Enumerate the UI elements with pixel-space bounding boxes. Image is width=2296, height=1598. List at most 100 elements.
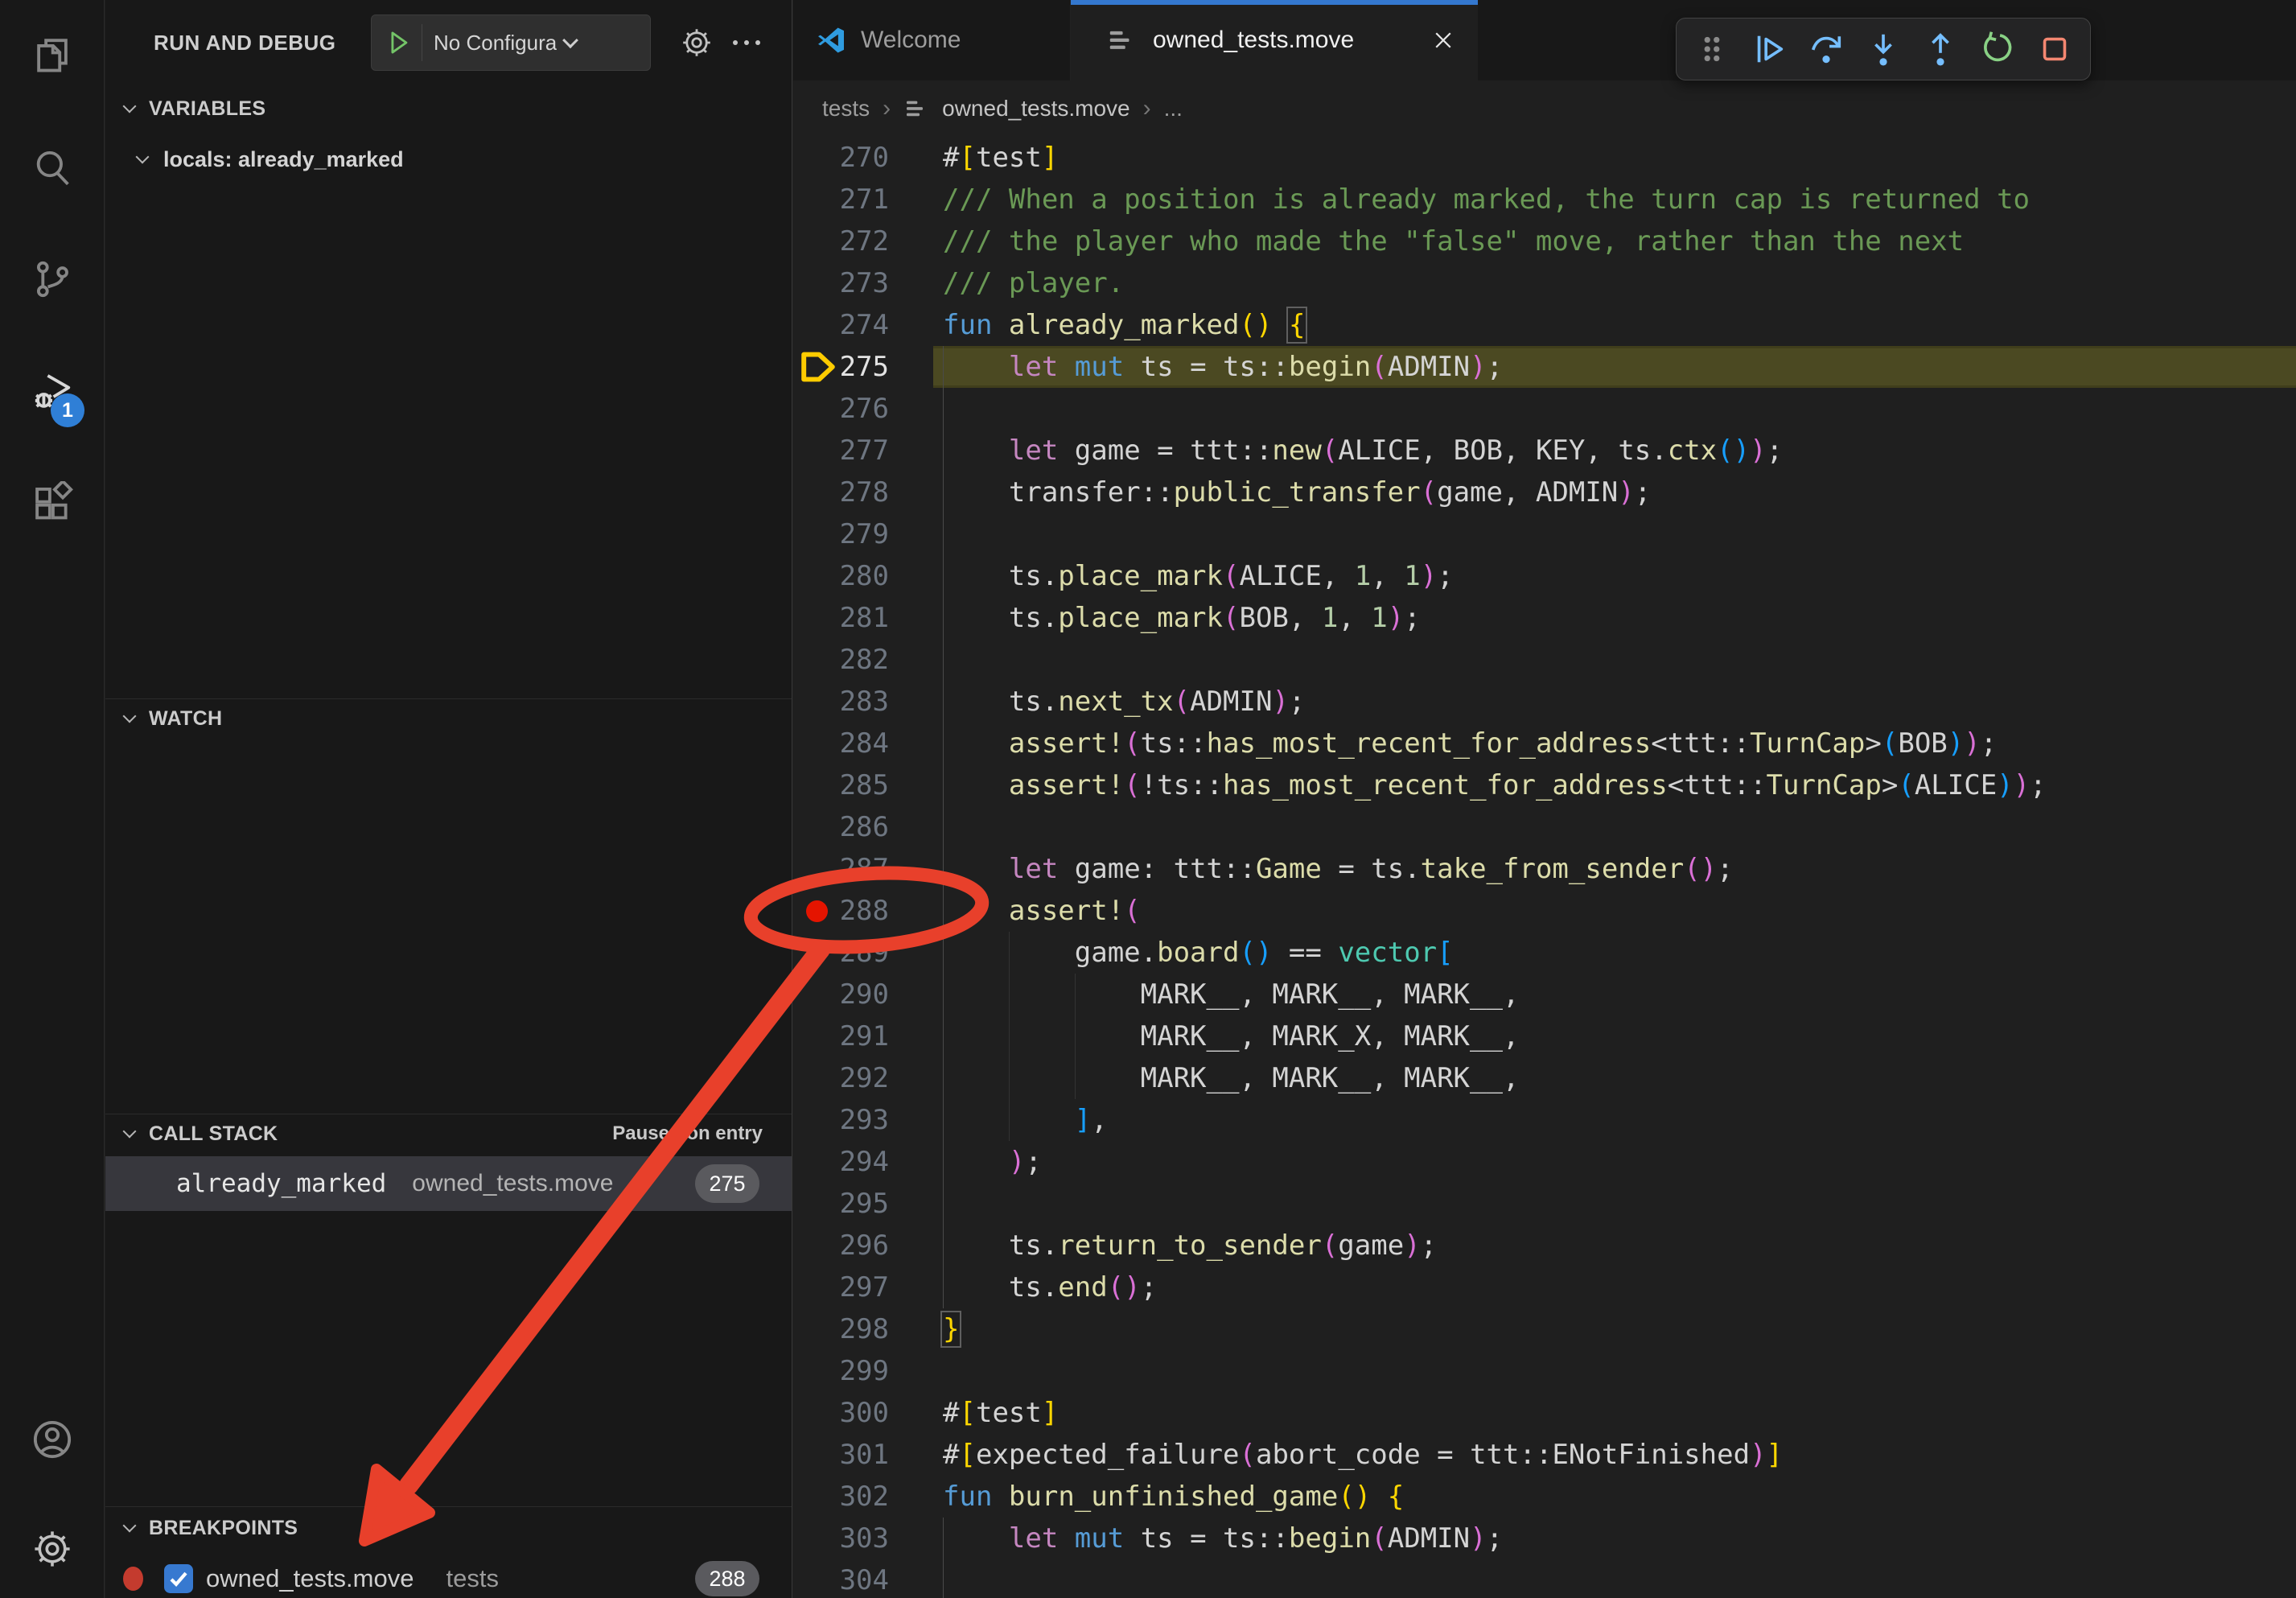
watch-section-header[interactable]: WATCH <box>105 700 792 737</box>
line-number[interactable]: 282 <box>840 639 889 681</box>
line-number[interactable]: 275 <box>840 346 889 388</box>
line-number[interactable]: 284 <box>840 723 889 764</box>
gutter[interactable]: 277 <box>793 430 933 472</box>
line-number[interactable]: 270 <box>840 137 889 179</box>
line-number[interactable]: 301 <box>840 1434 889 1476</box>
gutter[interactable]: 278 <box>793 472 933 513</box>
code-line-290[interactable]: 290 MARK__, MARK__, MARK__, <box>793 974 2296 1015</box>
account-icon[interactable] <box>31 1418 74 1461</box>
code-line-294[interactable]: 294 ); <box>793 1141 2296 1183</box>
line-number[interactable]: 286 <box>840 806 889 848</box>
code-line-293[interactable]: 293 ], <box>793 1099 2296 1141</box>
gutter[interactable]: 304 <box>793 1559 933 1598</box>
code-line-292[interactable]: 292 MARK__, MARK__, MARK__, <box>793 1057 2296 1099</box>
line-number[interactable]: 278 <box>840 472 889 513</box>
line-number[interactable]: 292 <box>840 1057 889 1099</box>
gutter[interactable]: 291 <box>793 1015 933 1057</box>
line-number[interactable]: 281 <box>840 597 889 639</box>
code-line-282[interactable]: 282 <box>793 639 2296 681</box>
gutter[interactable]: 296 <box>793 1225 933 1266</box>
source-control-icon[interactable] <box>31 257 74 301</box>
code-line-280[interactable]: 280 ts.place_mark(ALICE, 1, 1); <box>793 555 2296 597</box>
launch-config-dropdown[interactable]: No Configura <box>371 14 651 71</box>
code-line-302[interactable]: 302fun burn_unfinished_game() { <box>793 1476 2296 1518</box>
line-number[interactable]: 296 <box>840 1225 889 1266</box>
gutter[interactable]: 272 <box>793 220 933 262</box>
tab-welcome[interactable]: Welcome <box>793 0 1071 80</box>
line-number[interactable]: 294 <box>840 1141 889 1183</box>
line-number[interactable]: 277 <box>840 430 889 472</box>
code-line-301[interactable]: 301#[expected_failure(abort_code = ttt::… <box>793 1434 2296 1476</box>
line-number[interactable]: 280 <box>840 555 889 597</box>
close-icon[interactable] <box>1431 28 1455 52</box>
step-over-button[interactable] <box>1802 24 1851 74</box>
gutter[interactable]: 298 <box>793 1308 933 1350</box>
gutter[interactable]: 303 <box>793 1518 933 1559</box>
breakpoint-checkbox[interactable] <box>164 1564 193 1593</box>
code-line-275[interactable]: 275 let mut ts = ts::begin(ADMIN); <box>793 346 2296 388</box>
code-line-278[interactable]: 278 transfer::public_transfer(game, ADMI… <box>793 472 2296 513</box>
call-stack-section-header[interactable]: CALL STACK Paused on entry <box>105 1115 792 1152</box>
locals-scope-row[interactable]: locals: already_marked <box>138 142 404 177</box>
line-number[interactable]: 273 <box>840 262 889 304</box>
gutter[interactable]: 281 <box>793 597 933 639</box>
code-line-288[interactable]: 288 assert!( <box>793 890 2296 932</box>
gutter[interactable]: 275 <box>793 346 933 388</box>
debug-settings-gear-icon[interactable] <box>680 26 714 60</box>
code-line-273[interactable]: 273/// player. <box>793 262 2296 304</box>
more-actions-icon[interactable] <box>733 40 760 45</box>
gutter[interactable]: 273 <box>793 262 933 304</box>
gutter[interactable]: 285 <box>793 764 933 806</box>
code-line-285[interactable]: 285 assert!(!ts::has_most_recent_for_add… <box>793 764 2296 806</box>
line-number[interactable]: 304 <box>840 1559 889 1598</box>
gutter[interactable]: 297 <box>793 1266 933 1308</box>
gutter[interactable]: 279 <box>793 513 933 555</box>
line-number[interactable]: 272 <box>840 220 889 262</box>
line-number[interactable]: 295 <box>840 1183 889 1225</box>
code-line-272[interactable]: 272/// the player who made the "false" m… <box>793 220 2296 262</box>
toolbar-drag-handle-icon[interactable] <box>1688 24 1737 74</box>
line-number[interactable]: 276 <box>840 388 889 430</box>
gutter[interactable]: 287 <box>793 848 933 890</box>
config-dropdown-label[interactable]: No Configura <box>434 31 557 56</box>
code-line-304[interactable]: 304 <box>793 1559 2296 1598</box>
code-line-303[interactable]: 303 let mut ts = ts::begin(ADMIN); <box>793 1518 2296 1559</box>
code-line-289[interactable]: 289 game.board() == vector[ <box>793 932 2296 974</box>
tab-owned-tests-move[interactable]: owned_tests.move <box>1071 0 1478 80</box>
breakpoint-list-item[interactable]: owned_tests.move tests 288 <box>105 1559 792 1598</box>
gutter[interactable]: 289 <box>793 932 933 974</box>
line-number[interactable]: 300 <box>840 1392 889 1434</box>
gutter[interactable]: 270 <box>793 137 933 179</box>
line-number[interactable]: 279 <box>840 513 889 555</box>
line-number[interactable]: 302 <box>840 1476 889 1518</box>
code-line-287[interactable]: 287 let game: ttt::Game = ts.take_from_s… <box>793 848 2296 890</box>
gutter[interactable]: 295 <box>793 1183 933 1225</box>
extensions-icon[interactable] <box>31 481 74 525</box>
step-into-button[interactable] <box>1859 24 1908 74</box>
restart-button[interactable] <box>1973 24 2022 74</box>
gutter[interactable]: 288 <box>793 890 933 932</box>
line-number[interactable]: 289 <box>840 932 889 974</box>
gutter[interactable]: 280 <box>793 555 933 597</box>
line-number[interactable]: 303 <box>840 1518 889 1559</box>
breadcrumb-folder[interactable]: tests <box>822 96 870 121</box>
gutter[interactable]: 301 <box>793 1434 933 1476</box>
line-number[interactable]: 283 <box>840 681 889 723</box>
code-area[interactable]: 270#[test]271/// When a position is alre… <box>793 137 2296 1598</box>
code-line-300[interactable]: 300#[test] <box>793 1392 2296 1434</box>
code-line-286[interactable]: 286 <box>793 806 2296 848</box>
variables-section-header[interactable]: VARIABLES <box>105 90 792 127</box>
code-line-277[interactable]: 277 let game = ttt::new(ALICE, BOB, KEY,… <box>793 430 2296 472</box>
gutter[interactable]: 282 <box>793 639 933 681</box>
line-number[interactable]: 285 <box>840 764 889 806</box>
code-line-295[interactable]: 295 <box>793 1183 2296 1225</box>
gutter[interactable]: 293 <box>793 1099 933 1141</box>
gutter[interactable]: 290 <box>793 974 933 1015</box>
line-number[interactable]: 293 <box>840 1099 889 1141</box>
line-number[interactable]: 288 <box>840 890 889 932</box>
code-line-299[interactable]: 299 <box>793 1350 2296 1392</box>
code-line-274[interactable]: 274fun already_marked() { <box>793 304 2296 346</box>
gutter[interactable]: 299 <box>793 1350 933 1392</box>
gutter[interactable]: 271 <box>793 179 933 220</box>
breakpoint-icon[interactable] <box>806 900 828 922</box>
